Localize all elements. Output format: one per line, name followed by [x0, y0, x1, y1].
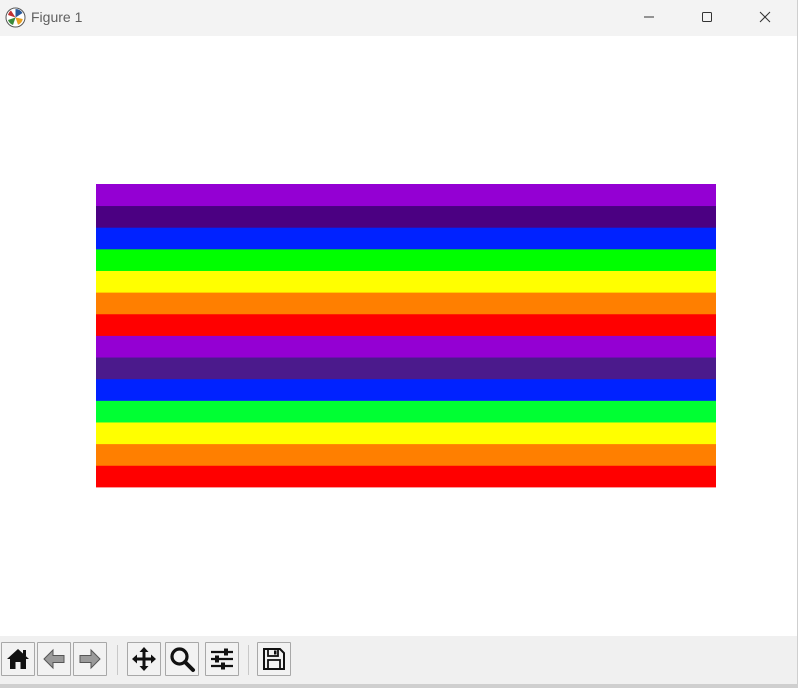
pan-button[interactable]: [127, 642, 161, 676]
matplotlib-logo-icon: [5, 7, 26, 28]
configure-subplots-icon: [211, 648, 233, 670]
stripe-bar-7: [96, 313, 716, 336]
figure-window: Figure 1: [0, 0, 798, 688]
stripe-bar-1: [96, 443, 716, 466]
stripe-bar-9: [96, 270, 716, 293]
stripe-bar-5: [96, 357, 716, 380]
maximize-button[interactable]: [684, 0, 730, 34]
home-button[interactable]: [1, 642, 35, 676]
toolbar-separator: [248, 645, 249, 675]
zoom-button[interactable]: [165, 642, 199, 676]
stacked-stripes-plot: [96, 184, 716, 488]
stripe-bar-11: [96, 227, 716, 250]
stripe-bar-3: [96, 400, 716, 423]
figure-canvas[interactable]: [0, 36, 797, 636]
window-title: Figure 1: [31, 9, 83, 25]
configure-subplots-button[interactable]: [205, 642, 239, 676]
stripe-bar-10: [96, 248, 716, 271]
navigation-toolbar: [0, 636, 797, 684]
home-icon: [7, 649, 29, 669]
toolbar-separator: [117, 645, 118, 675]
window-bottom-border: [0, 684, 798, 688]
close-button[interactable]: [742, 0, 788, 34]
zoom-magnifier-icon: [170, 647, 195, 672]
forward-button[interactable]: [73, 642, 107, 676]
pan-move-icon: [132, 647, 156, 671]
forward-arrow-icon: [79, 648, 101, 670]
title-bar: Figure 1: [0, 0, 797, 36]
stripe-bar-4: [96, 378, 716, 401]
save-button[interactable]: [257, 642, 291, 676]
close-icon: [759, 11, 771, 23]
stripe-bar-2: [96, 422, 716, 445]
maximize-icon: [702, 12, 712, 22]
minimize-icon: [644, 16, 654, 18]
back-arrow-icon: [43, 648, 65, 670]
save-figure-icon: [263, 648, 285, 670]
stripe-bar-8: [96, 292, 716, 315]
stripe-bar-12: [96, 205, 716, 228]
stripe-bar-0: [96, 465, 716, 488]
stripe-bar-6: [96, 335, 716, 358]
back-button[interactable]: [37, 642, 71, 676]
minimize-button[interactable]: [626, 0, 672, 34]
stripe-bar-13: [96, 184, 716, 207]
